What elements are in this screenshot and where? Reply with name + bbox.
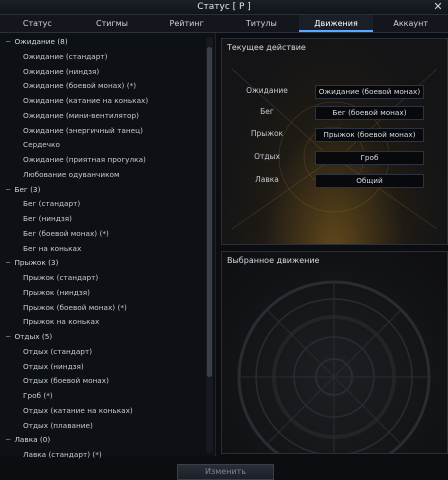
current-action-label: Отдых <box>254 152 280 161</box>
collapse-toggle-icon[interactable]: − <box>5 332 13 341</box>
motion-group[interactable]: − Бег (3) <box>2 183 205 198</box>
close-icon[interactable]: ✕ <box>432 1 444 13</box>
motion-group-label: Отдых (5) <box>14 332 53 341</box>
motion-item[interactable]: Прыжок (ниндзя) <box>2 286 205 301</box>
collapse-toggle-icon[interactable]: − <box>5 435 13 444</box>
motion-item[interactable]: Прыжок (стандарт) <box>2 271 205 286</box>
tab-0[interactable]: Статус <box>0 15 75 32</box>
motion-item[interactable]: Ожидание (катание на коньках) <box>2 94 205 109</box>
motion-item[interactable]: Любование одуванчиком <box>2 168 205 183</box>
tab-2[interactable]: Рейтинг <box>149 15 224 32</box>
motion-group-label: Лавка (0) <box>14 435 51 445</box>
motion-group[interactable]: − Ожидание (8) <box>2 35 205 50</box>
current-action-value[interactable]: Гроб <box>315 151 424 165</box>
tab-4[interactable]: Движения <box>298 15 374 32</box>
current-action-row: Ожидание Ожидание (боевой монах) <box>222 84 447 99</box>
motion-group-label: Прыжок (3) <box>14 258 59 268</box>
motion-group[interactable]: − Прыжок (3) <box>2 256 205 271</box>
current-action-label: Прыжок <box>250 129 284 138</box>
motion-group-label: Ожидание (8) <box>14 37 68 46</box>
current-action-label: Лавка <box>255 175 279 184</box>
selected-motion-panel: Выбранное движение <box>221 251 448 454</box>
current-action-row: Прыжок Прыжок (боевой монах) <box>222 127 447 142</box>
motion-group-label: Бег (3) <box>14 184 41 194</box>
motion-item[interactable]: Ожидание (приятная прогулка) <box>2 153 205 168</box>
motion-item[interactable]: Бег (боевой монах) (*) <box>2 227 205 242</box>
motion-item[interactable]: Бег (стандарт) <box>2 197 205 212</box>
motion-list-panel: − Ожидание (8) Ожидание (стандарт) Ожидани… <box>0 33 216 459</box>
current-action-value[interactable]: Прыжок (боевой монах) <box>315 128 424 142</box>
collapse-toggle-icon[interactable]: − <box>5 185 13 194</box>
motion-item[interactable]: Отдых (плавание) <box>2 419 205 434</box>
preview-background <box>237 280 431 453</box>
footer: Изменить <box>0 459 448 480</box>
tab-5[interactable]: Аккаунт <box>373 15 448 32</box>
motion-list-scrollbar[interactable] <box>206 37 213 453</box>
motion-item[interactable]: Ожидание (ниндзя) <box>2 65 205 80</box>
current-action-value[interactable]: Общий <box>315 174 424 188</box>
current-action-label: Бег <box>260 107 274 116</box>
motion-item[interactable]: Ожидание (энергичный танец) <box>2 124 205 139</box>
motion-item[interactable]: Отдых (боевой монах) <box>2 374 205 389</box>
motion-group[interactable]: − Лавка (0) <box>2 433 205 448</box>
motion-item[interactable]: Прыжок на коньках <box>2 315 205 330</box>
motion-item[interactable]: Бег на коньках <box>2 242 205 257</box>
selected-motion-header: Выбранное движение <box>227 256 320 265</box>
motion-item[interactable]: Отдых (катание на коньках) <box>2 404 205 419</box>
apply-button[interactable]: Изменить <box>177 464 274 480</box>
window-title: Статус [ P ] <box>197 2 251 12</box>
motion-item[interactable]: Гроб (*) <box>2 389 205 404</box>
motion-item[interactable]: Бег (ниндзя) <box>2 212 205 227</box>
collapse-toggle-icon[interactable]: − <box>5 258 13 267</box>
motion-tree: − Ожидание (8) Ожидание (стандарт) Ожидани… <box>2 35 205 463</box>
current-action-value[interactable]: Ожидание (боевой монах) <box>315 85 424 99</box>
motion-item[interactable]: Ожидание (мини-вентилятор) <box>2 109 205 124</box>
current-action-row: Бег Бег (боевой монах) <box>222 105 447 120</box>
motion-item[interactable]: Прыжок (боевой монах) (*) <box>2 301 205 316</box>
motion-item[interactable]: Сердечко <box>2 138 205 153</box>
motion-group[interactable]: − Отдых (5) <box>2 330 205 345</box>
motion-item[interactable]: Отдых (стандарт) <box>2 345 205 360</box>
motion-item[interactable]: Отдых (ниндзя) <box>2 360 205 375</box>
current-action-row: Отдых Гроб <box>222 150 447 165</box>
motion-item[interactable]: Ожидание (боевой монах) (*) <box>2 79 205 94</box>
tab-bar: Статус Стигмы Рейтинг Титулы Движения Аккаунт <box>0 15 448 33</box>
current-action-value[interactable]: Бег (боевой монах) <box>315 106 424 120</box>
current-action-label: Ожидание <box>246 86 288 95</box>
collapse-toggle-icon[interactable]: − <box>5 37 13 46</box>
scrollbar-thumb[interactable] <box>207 47 212 377</box>
current-action-header: Текущее действие <box>227 43 306 52</box>
motion-item[interactable]: Ожидание (стандарт) <box>2 50 205 65</box>
title-bar: Статус [ P ] ✕ <box>0 0 448 15</box>
tab-3[interactable]: Титулы <box>224 15 299 32</box>
tab-1[interactable]: Стигмы <box>75 15 150 32</box>
current-action-row: Лавка Общий <box>222 173 447 188</box>
current-action-panel: Текущее действие Ожидание Ожидание (боево… <box>221 38 448 245</box>
